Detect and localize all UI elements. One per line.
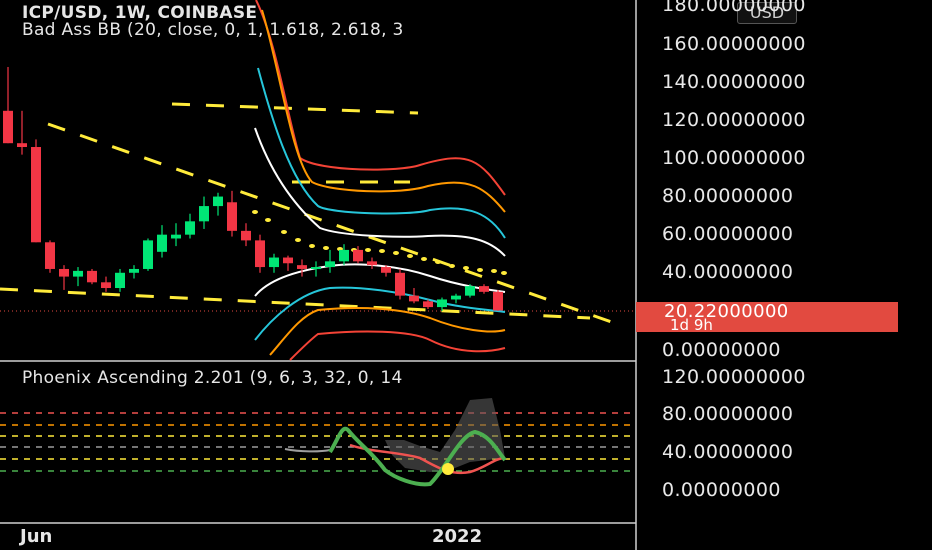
candle-up[interactable] [437, 299, 447, 308]
candle-down[interactable] [227, 202, 237, 231]
bb-basis-dot [491, 269, 497, 273]
bb-basis-dot [281, 230, 287, 234]
candle-up[interactable] [339, 249, 349, 262]
candle-down[interactable] [367, 261, 377, 266]
oscillator-levels [0, 412, 630, 472]
candle-down[interactable] [241, 230, 251, 241]
bb-basis-dot [435, 260, 441, 264]
candle-up[interactable] [129, 268, 139, 273]
bb-inner-upper[interactable] [257, 67, 506, 239]
candle-up[interactable] [213, 196, 223, 207]
osc-gray-line[interactable] [284, 448, 331, 453]
bb-basis-dot [252, 210, 258, 214]
candle-up[interactable] [143, 240, 153, 269]
price-axis-label: 60.00000000 [662, 223, 794, 245]
trend-line-down[interactable] [47, 122, 621, 327]
candle-down[interactable] [59, 268, 69, 277]
candle-down[interactable] [297, 265, 307, 269]
oscillator-axis-label: 0.00000000 [662, 479, 781, 501]
candle-down[interactable] [381, 267, 391, 273]
candle-down[interactable] [423, 301, 433, 308]
candle-up[interactable] [465, 286, 475, 296]
price-axis-label: 180.00000000 [662, 0, 806, 16]
candle-down[interactable] [101, 282, 111, 289]
bb-basis-dot [463, 266, 469, 270]
candle-up[interactable] [199, 206, 209, 222]
time-axis-label: Jun [20, 526, 53, 547]
bb-basis-dot [501, 271, 507, 275]
trend-line-top[interactable] [171, 102, 419, 115]
bb-basis-dot [295, 238, 301, 242]
price-axis-label: 40.00000000 [662, 261, 794, 283]
price-axis-label: 120.00000000 [662, 109, 806, 131]
bar-countdown: 1d 9h [670, 316, 713, 334]
oscillator-axis-label: 40.00000000 [662, 441, 794, 463]
oscillator-axis-label: 80.00000000 [662, 403, 794, 425]
price-axis-label: 0.00000000 [662, 339, 781, 361]
bollinger-bands[interactable] [254, 0, 506, 361]
candle-up[interactable] [325, 261, 335, 268]
candle-down[interactable] [87, 270, 97, 283]
candle-up[interactable] [311, 267, 321, 270]
bb-basis-dot [421, 257, 427, 261]
osc-crossover-marker[interactable] [442, 463, 454, 475]
candle-up[interactable] [451, 295, 461, 300]
osc-cloud[interactable] [385, 398, 505, 472]
candle-up[interactable] [171, 234, 181, 239]
bb-basis-dot [365, 248, 371, 252]
price-axis-label: 100.00000000 [662, 147, 806, 169]
candle-down[interactable] [31, 147, 41, 243]
bb-basis-dot [407, 254, 413, 258]
bb-basis-dot [379, 249, 385, 253]
bb-basis-dot [449, 264, 455, 268]
bb-basis-dot [393, 251, 399, 255]
candle-up[interactable] [73, 270, 83, 277]
price-axis-label: 80.00000000 [662, 185, 794, 207]
last-price-tag[interactable]: 20.22000000 1d 9h [636, 301, 898, 334]
candle-down[interactable] [45, 242, 55, 269]
oscillator-axis-label: 120.00000000 [662, 366, 806, 388]
candle-down[interactable] [283, 257, 293, 264]
oscillator-legend[interactable]: Phoenix Ascending 2.201 (9, 6, 3, 32, 0,… [22, 368, 403, 388]
price-axis-label: 160.00000000 [662, 33, 806, 55]
candle-down[interactable] [17, 143, 27, 148]
candle-up[interactable] [157, 234, 167, 252]
candle-down[interactable] [395, 272, 405, 296]
bb-basis-dot [309, 244, 315, 248]
candle-down[interactable] [479, 286, 489, 292]
candle-down[interactable] [353, 249, 363, 262]
trend-lines[interactable] [0, 102, 621, 327]
candle-up[interactable] [269, 257, 279, 268]
bb-basis-dot [323, 246, 329, 250]
candle-down[interactable] [493, 291, 503, 311]
bb-outer-lower[interactable] [289, 330, 506, 361]
indicator-legend[interactable]: Bad Ass BB (20, close, 0, 1, 1.618, 2.61… [22, 20, 404, 40]
candle-up[interactable] [185, 221, 195, 235]
bb-basis-dot [265, 218, 271, 222]
bb-basis-dot [477, 268, 483, 272]
candle-up[interactable] [115, 272, 125, 289]
price-axis-label: 140.00000000 [662, 71, 806, 93]
candle-down[interactable] [409, 295, 419, 302]
time-axis-label: 2022 [432, 526, 483, 547]
candle-down[interactable] [255, 240, 265, 268]
candle-down[interactable] [3, 110, 13, 144]
